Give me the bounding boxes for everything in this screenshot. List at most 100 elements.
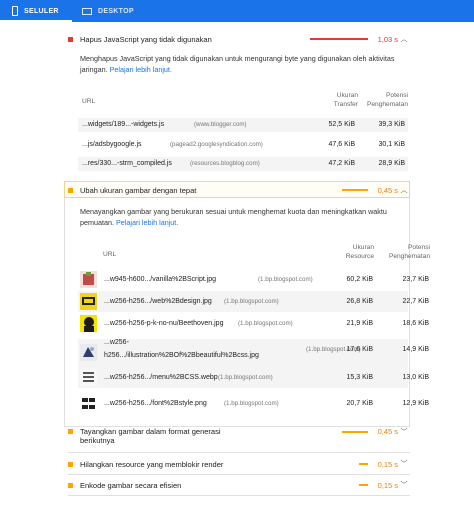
row-url: ...res/330...-strm_compiled.js	[82, 160, 172, 167]
row-url: ...w945-h600.../vanilla%2BScript.jpg	[104, 276, 217, 283]
row-url-line1: ...w256-	[104, 339, 129, 346]
column-header-savings: Potensi Penghematan	[388, 244, 430, 260]
row-host: (1.bp.blogspot.com)	[224, 400, 279, 407]
row-url: ...w256-h256-p-k-no-nu/Beethoven.jpg	[104, 320, 224, 327]
audit-unused-javascript[interactable]: Hapus JavaScript yang tidak digunakan 1,…	[68, 31, 410, 47]
savings-bar	[359, 484, 368, 486]
chevron-down-icon[interactable]: ﹀	[398, 480, 410, 490]
savings-bar	[310, 38, 368, 40]
table-row[interactable]: ...js/adsbygoogle.js (pagead2.googlesynd…	[78, 138, 408, 152]
row-savings: 23,7 KiB	[402, 276, 429, 283]
row-url: ...w256-h256.../menu%2BCSS.webp	[104, 374, 218, 381]
row-host: (resources.blogblog.com)	[190, 160, 260, 167]
audit-divider	[68, 474, 410, 475]
savings-bar	[359, 463, 368, 465]
audit-title: Tayangkan gambar dalam format generasi b…	[80, 427, 221, 445]
column-header-transfer: Ukuran Transfer	[333, 92, 358, 108]
savings-bar	[342, 189, 368, 191]
audit-render-blocking[interactable]: Hilangkan resource yang memblokir render…	[68, 456, 410, 472]
audit-title: Hilangkan resource yang memblokir render	[80, 459, 224, 469]
tab-mobile-label: SELULER	[24, 7, 59, 15]
row-host: (1.bp.blogspot.com)	[224, 298, 279, 305]
average-square-icon	[68, 429, 73, 434]
audit-resize-images[interactable]: Ubah ukuran gambar dengan tepat 0,45 s ︿	[68, 182, 410, 198]
row-url: ...widgets/189...-widgets.js	[82, 121, 165, 128]
row-savings: 30,1 KiB	[378, 141, 405, 148]
thumbnail-menu-css	[80, 369, 97, 386]
row-savings: 18,6 KiB	[402, 320, 429, 327]
row-resource: 60,2 KiB	[346, 276, 373, 283]
average-square-icon	[68, 482, 73, 488]
fail-triangle-icon	[68, 36, 73, 42]
table-row[interactable]: ...w256-h256.../font%2Bstyle.png (1.bp.b…	[78, 393, 429, 414]
row-savings: 28,9 KiB	[378, 160, 405, 167]
table-row[interactable]: ...res/330...-strm_compiled.js (resource…	[78, 157, 408, 171]
learn-more-link[interactable]: Pelajari lebih lanjut.	[110, 65, 172, 74]
audit-title: Enkode gambar secara efisien	[80, 480, 182, 490]
column-header-resource: Ukuran Resource	[345, 244, 374, 260]
row-url-line2: h256.../illustration%2BOf%2Bbeautiful%2B…	[104, 352, 259, 359]
tab-desktop[interactable]: DESKTOP	[82, 0, 134, 22]
desktop-icon	[82, 7, 92, 15]
thumbnail-web-design	[80, 293, 97, 310]
savings-value: 1,03 s	[377, 34, 398, 44]
audit-description: Menghapus JavaScript yang tidak digunaka…	[80, 53, 410, 75]
row-resource: 17,6 KiB	[346, 346, 373, 353]
row-resource: 15,3 KiB	[346, 374, 373, 381]
row-host: (www.blogger.com)	[194, 121, 247, 128]
audit-divider	[68, 452, 410, 453]
row-savings: 39,3 KiB	[378, 121, 405, 128]
column-header-savings: Potensi Penghematan	[366, 92, 408, 108]
row-savings: 13,0 KiB	[402, 374, 429, 381]
row-url: ...js/adsbygoogle.js	[82, 141, 142, 148]
average-square-icon	[68, 187, 73, 193]
table-row[interactable]: ...w256-h256-p-k-no-nu/Beethoven.jpg (1.…	[78, 313, 429, 334]
row-url: ...w256-h256.../web%2Bdesign.jpg	[104, 298, 212, 305]
chevron-up-icon[interactable]: ︿	[398, 185, 410, 195]
row-resource: 21,9 KiB	[346, 320, 373, 327]
row-url: ...w256-h256.../font%2Bstyle.png	[104, 400, 207, 407]
audit-next-gen-formats[interactable]: Tayangkan gambar dalam format generasi b…	[68, 427, 410, 449]
thumbnail-beethoven	[80, 315, 97, 332]
savings-value: 0,15 s	[377, 480, 398, 490]
thumbnail-vanilla-script	[80, 271, 97, 288]
tab-desktop-label: DESKTOP	[98, 7, 134, 15]
row-transfer: 47,6 KiB	[328, 141, 355, 148]
savings-value: 0,15 s	[377, 459, 398, 469]
row-savings: 14,9 KiB	[402, 346, 429, 353]
row-host: (1.bp.blogspot.com)	[258, 276, 313, 283]
learn-more-link[interactable]: Pelajari lebih lanjut.	[116, 218, 178, 227]
row-savings: 22,7 KiB	[402, 298, 429, 305]
audit-divider	[68, 495, 410, 496]
tab-mobile[interactable]: SELULER	[12, 0, 59, 22]
column-header-url: URL	[103, 251, 117, 258]
row-savings: 12,9 KiB	[402, 400, 429, 407]
table-row[interactable]: ...w945-h600.../vanilla%2BScript.jpg (1.…	[78, 269, 429, 290]
audit-description: Menayangkan gambar yang berukuran sesuai…	[80, 206, 410, 228]
row-resource: 20,7 KiB	[346, 400, 373, 407]
chevron-down-icon[interactable]: ﹀	[398, 427, 410, 437]
column-header-url: URL	[82, 98, 96, 105]
row-resource: 26,8 KiB	[346, 298, 373, 305]
savings-value: 0,45 s	[377, 185, 398, 195]
table-row[interactable]: ...w256-h256.../menu%2BCSS.webp (1.bp.bl…	[78, 367, 429, 388]
active-tab-indicator	[0, 20, 72, 22]
audit-title: Hapus JavaScript yang tidak digunakan	[80, 34, 212, 44]
device-tab-bar: SELULER DESKTOP	[0, 0, 474, 22]
row-host: (pagead2.googlesyndication.com)	[170, 141, 263, 148]
row-host: (1.bp.blogspot.com)	[218, 374, 273, 381]
thumbnail-beautiful-css	[80, 344, 97, 361]
row-transfer: 47,2 KiB	[328, 160, 355, 167]
chevron-down-icon[interactable]: ﹀	[398, 459, 410, 469]
audit-efficient-images[interactable]: Enkode gambar secara efisien 0,15 s ﹀	[68, 477, 410, 493]
smartphone-icon	[12, 6, 18, 16]
thumbnail-font-style	[80, 395, 97, 412]
row-host: (1.bp.blogspot.com)	[238, 320, 293, 327]
savings-bar	[342, 431, 368, 433]
savings-value: 0,45 s	[377, 427, 398, 436]
audit-title: Ubah ukuran gambar dengan tepat	[80, 185, 197, 195]
chevron-up-icon[interactable]: ︿	[398, 34, 410, 44]
table-row[interactable]: ...widgets/189...-widgets.js (www.blogge…	[78, 118, 408, 132]
table-row[interactable]: ...w256-h256.../web%2Bdesign.jpg (1.bp.b…	[78, 291, 429, 312]
average-square-icon	[68, 461, 73, 467]
